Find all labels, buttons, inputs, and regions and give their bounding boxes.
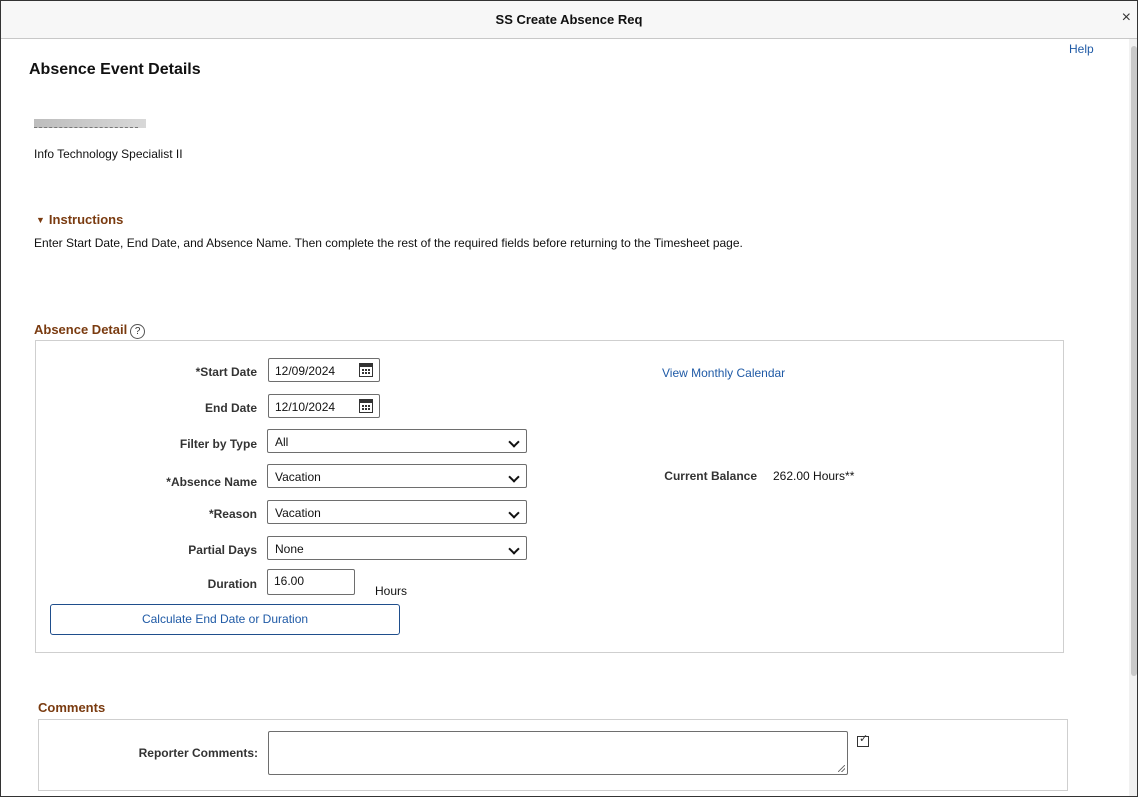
duration-field[interactable]: 16.00 <box>267 569 355 595</box>
chevron-down-icon <box>508 543 520 555</box>
calendar-icon[interactable] <box>359 399 373 413</box>
calendar-icon[interactable] <box>359 363 373 377</box>
end-date-field[interactable]: 12/10/2024 <box>268 394 380 418</box>
instructions-toggle[interactable]: ▼ Instructions <box>36 212 123 227</box>
reason-label: *Reason <box>208 507 257 521</box>
duration-unit: Hours <box>375 584 408 598</box>
help-question-icon[interactable]: ? <box>130 324 146 339</box>
employee-job-title: Info Technology Specialist II <box>34 147 183 161</box>
instructions-heading: Instructions <box>48 212 124 227</box>
view-monthly-calendar-link[interactable]: View Monthly Calendar <box>662 366 785 380</box>
duration-value: 16.00 <box>274 574 305 588</box>
absence-detail-heading-label: Absence Detail <box>34 322 128 337</box>
scrollbar-thumb[interactable] <box>1131 46 1137 676</box>
end-date-value: 12/10/2024 <box>275 400 336 414</box>
dialog-titlebar: SS Create Absence Req × <box>1 1 1137 39</box>
resize-grip-icon[interactable] <box>838 765 845 772</box>
start-date-field[interactable]: 12/09/2024 <box>268 358 380 382</box>
start-date-value: 12/09/2024 <box>275 364 336 378</box>
end-date-label: End Date <box>204 401 257 415</box>
reason-select[interactable]: Vacation <box>267 500 527 524</box>
absence-name-label: *Absence Name <box>166 475 257 489</box>
absence-detail-heading: Absence Detail? <box>34 322 146 339</box>
filter-by-type-label: Filter by Type <box>179 437 257 451</box>
collapse-triangle-icon: ▼ <box>36 215 45 225</box>
reporter-comments-label: Reporter Comments: <box>138 746 258 760</box>
current-balance-label: Current Balance <box>664 469 757 483</box>
dialog-title: SS Create Absence Req <box>495 12 643 27</box>
calculate-end-date-button[interactable]: Calculate End Date or Duration <box>50 604 400 635</box>
partial-days-label: Partial Days <box>188 543 257 557</box>
current-balance-value: 262.00 Hours** <box>773 469 855 483</box>
reason-value: Vacation <box>275 506 321 520</box>
reporter-comments-textarea[interactable] <box>268 731 848 775</box>
partial-days-select[interactable]: None <box>267 536 527 560</box>
partial-days-value: None <box>275 542 304 556</box>
filter-by-type-value: All <box>275 435 289 449</box>
spell-check-icon[interactable] <box>857 732 869 747</box>
filter-by-type-select[interactable]: All <box>267 429 527 453</box>
absence-name-value: Vacation <box>275 470 321 484</box>
chevron-down-icon <box>508 436 520 448</box>
absence-name-select[interactable]: Vacation <box>267 464 527 488</box>
employee-name-underline <box>34 127 138 128</box>
help-link[interactable]: Help <box>1069 42 1094 56</box>
start-date-label: *Start Date <box>195 365 257 379</box>
comments-heading: Comments <box>38 700 106 715</box>
duration-label: Duration <box>207 577 257 591</box>
close-icon[interactable]: × <box>1122 9 1131 27</box>
instructions-text: Enter Start Date, End Date, and Absence … <box>34 236 743 250</box>
chevron-down-icon <box>508 507 520 519</box>
chevron-down-icon <box>508 471 520 483</box>
page-title: Absence Event Details <box>29 61 201 78</box>
